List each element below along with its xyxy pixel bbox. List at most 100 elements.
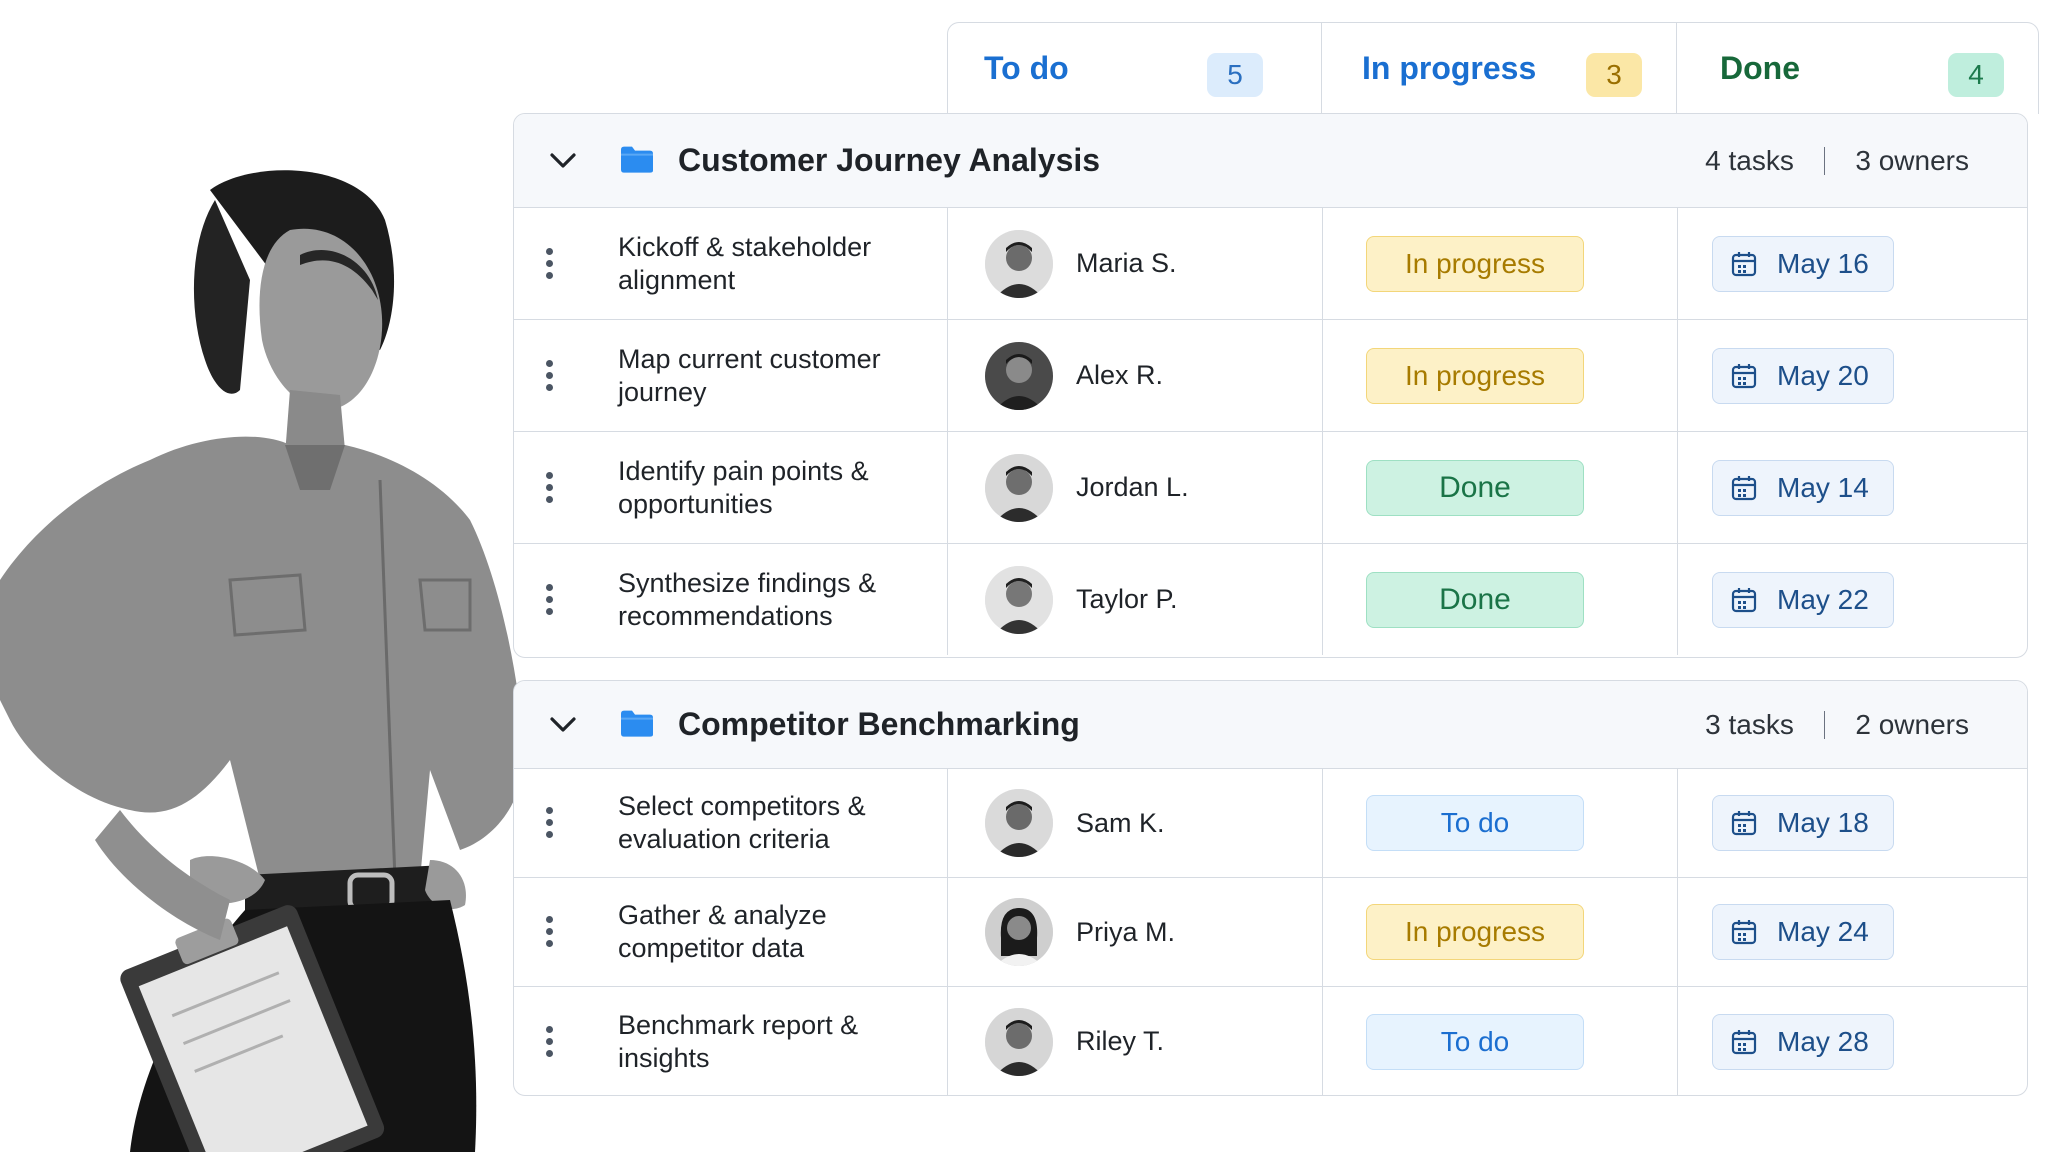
task-row[interactable]: Select competitors & evaluation criteria…: [514, 769, 2027, 878]
task-row[interactable]: Identify pain points & opportunities Jor…: [514, 432, 2027, 544]
due-date-cell: May 18: [1677, 769, 2027, 877]
due-date: May 28: [1777, 1025, 1869, 1057]
owner-name: Maria S.: [1076, 248, 1177, 278]
status-cell: To do: [1322, 769, 1677, 877]
calendar-icon: [1731, 587, 1757, 612]
column-count-badge: 3: [1586, 53, 1642, 97]
group-title: Customer Journey Analysis: [678, 142, 1101, 178]
meta-divider: [1823, 710, 1826, 739]
status-cell: Done: [1322, 544, 1677, 655]
due-date-chip[interactable]: May 18: [1712, 795, 1894, 851]
task-cell: Synthesize findings & recommendations: [514, 544, 947, 655]
status-badge[interactable]: Done: [1366, 459, 1584, 516]
owner-cell: Priya M.: [947, 878, 1322, 986]
group-task-count: 3 tasks: [1705, 708, 1794, 740]
avatar: [985, 229, 1053, 298]
person-photo: [0, 170, 525, 1152]
due-date-chip[interactable]: May 28: [1712, 1013, 1894, 1070]
task-cell: Gather & analyze competitor data: [514, 878, 947, 986]
due-date: May 18: [1777, 807, 1869, 838]
group-task-count: 4 tasks: [1705, 144, 1794, 176]
group-header[interactable]: Competitor Benchmarking 3 tasks 2 owners: [514, 681, 2027, 769]
due-date: May 20: [1777, 359, 1869, 391]
kebab-menu-icon[interactable]: [546, 247, 554, 280]
meta-divider: [1823, 146, 1826, 175]
column-title: In progress: [1362, 50, 1537, 86]
folder-icon: [621, 710, 653, 737]
kebab-menu-icon[interactable]: [546, 1025, 554, 1058]
board-column-headers: To do 5 In progress 3 Done 4: [947, 22, 2039, 114]
task-row[interactable]: Benchmark report & insights Riley T. To …: [514, 987, 2027, 1095]
task-name: Benchmark report & insights: [618, 1009, 859, 1073]
task-row[interactable]: Synthesize findings & recommendations Ta…: [514, 544, 2027, 655]
column-title: To do: [984, 50, 1069, 86]
calendar-icon: [1731, 475, 1757, 500]
status-cell: Done: [1322, 432, 1677, 543]
task-cell: Identify pain points & opportunities: [514, 432, 947, 543]
calendar-icon: [1731, 920, 1757, 945]
due-date-chip[interactable]: May 20: [1712, 347, 1894, 404]
task-row[interactable]: Gather & analyze competitor data Priya M…: [514, 878, 2027, 987]
group-meta: 3 tasks 2 owners: [1705, 709, 1969, 741]
group-owner-count: 3 owners: [1855, 144, 1969, 176]
due-date: May 22: [1777, 583, 1869, 615]
status-cell: In progress: [1322, 320, 1677, 431]
task-group: Customer Journey Analysis 4 tasks 3 owne…: [513, 113, 2028, 658]
owner-name: Riley T.: [1076, 1026, 1165, 1056]
task-row[interactable]: Kickoff & stakeholder alignment Maria S.…: [514, 208, 2027, 320]
avatar: [985, 789, 1053, 857]
group-meta: 4 tasks 3 owners: [1705, 145, 1969, 177]
owner-cell: Sam K.: [947, 769, 1322, 877]
due-date-cell: May 28: [1677, 987, 2027, 1095]
task-name: Identify pain points & opportunities: [618, 455, 869, 519]
status-badge[interactable]: To do: [1366, 1013, 1584, 1070]
owner-name: Taylor P.: [1076, 584, 1178, 614]
kebab-menu-icon[interactable]: [546, 807, 554, 839]
task-cell: Kickoff & stakeholder alignment: [514, 208, 947, 319]
status-badge[interactable]: To do: [1366, 795, 1584, 851]
task-group: Competitor Benchmarking 3 tasks 2 owners…: [513, 680, 2028, 1096]
group-header[interactable]: Customer Journey Analysis 4 tasks 3 owne…: [514, 114, 2027, 208]
column-header-done[interactable]: Done 4: [1676, 23, 2038, 114]
column-title: Done: [1720, 50, 1800, 86]
column-count-badge: 5: [1207, 53, 1263, 97]
due-date-chip[interactable]: May 16: [1712, 235, 1894, 292]
kebab-menu-icon[interactable]: [546, 916, 554, 948]
avatar: [985, 565, 1053, 634]
column-header-todo[interactable]: To do 5: [948, 23, 1321, 114]
owner-name: Jordan L.: [1076, 472, 1189, 502]
status-badge[interactable]: In progress: [1366, 904, 1584, 960]
due-date-chip[interactable]: May 24: [1712, 904, 1894, 960]
avatar: [985, 1007, 1053, 1076]
owner-cell: Maria S.: [947, 208, 1322, 319]
due-date-cell: May 24: [1677, 878, 2027, 986]
task-name: Select competitors & evaluation criteria: [618, 791, 866, 854]
due-date: May 16: [1777, 247, 1869, 279]
task-name: Map current customer journey: [618, 343, 881, 407]
chevron-down-icon[interactable]: [548, 151, 578, 171]
due-date-chip[interactable]: May 14: [1712, 459, 1894, 516]
due-date-cell: May 20: [1677, 320, 2027, 431]
avatar: [985, 453, 1053, 522]
due-date-chip[interactable]: May 22: [1712, 571, 1894, 628]
calendar-icon: [1731, 811, 1757, 836]
kebab-menu-icon[interactable]: [546, 471, 554, 504]
task-row[interactable]: Map current customer journey Alex R. In …: [514, 320, 2027, 432]
calendar-icon: [1731, 1029, 1757, 1054]
calendar-icon: [1731, 251, 1757, 276]
task-cell: Benchmark report & insights: [514, 987, 947, 1095]
status-cell: To do: [1322, 987, 1677, 1095]
task-name: Synthesize findings & recommendations: [618, 567, 877, 631]
column-header-in-progress[interactable]: In progress 3: [1321, 23, 1676, 114]
status-cell: In progress: [1322, 878, 1677, 986]
group-owner-count: 2 owners: [1855, 708, 1969, 740]
status-badge[interactable]: In progress: [1366, 235, 1584, 292]
status-badge[interactable]: In progress: [1366, 347, 1584, 404]
due-date: May 14: [1777, 471, 1869, 503]
kebab-menu-icon[interactable]: [546, 359, 554, 392]
group-title: Competitor Benchmarking: [678, 706, 1080, 742]
status-badge[interactable]: Done: [1366, 571, 1584, 628]
chevron-down-icon[interactable]: [548, 715, 578, 735]
kebab-menu-icon[interactable]: [546, 583, 554, 616]
task-name: Gather & analyze competitor data: [618, 900, 827, 963]
